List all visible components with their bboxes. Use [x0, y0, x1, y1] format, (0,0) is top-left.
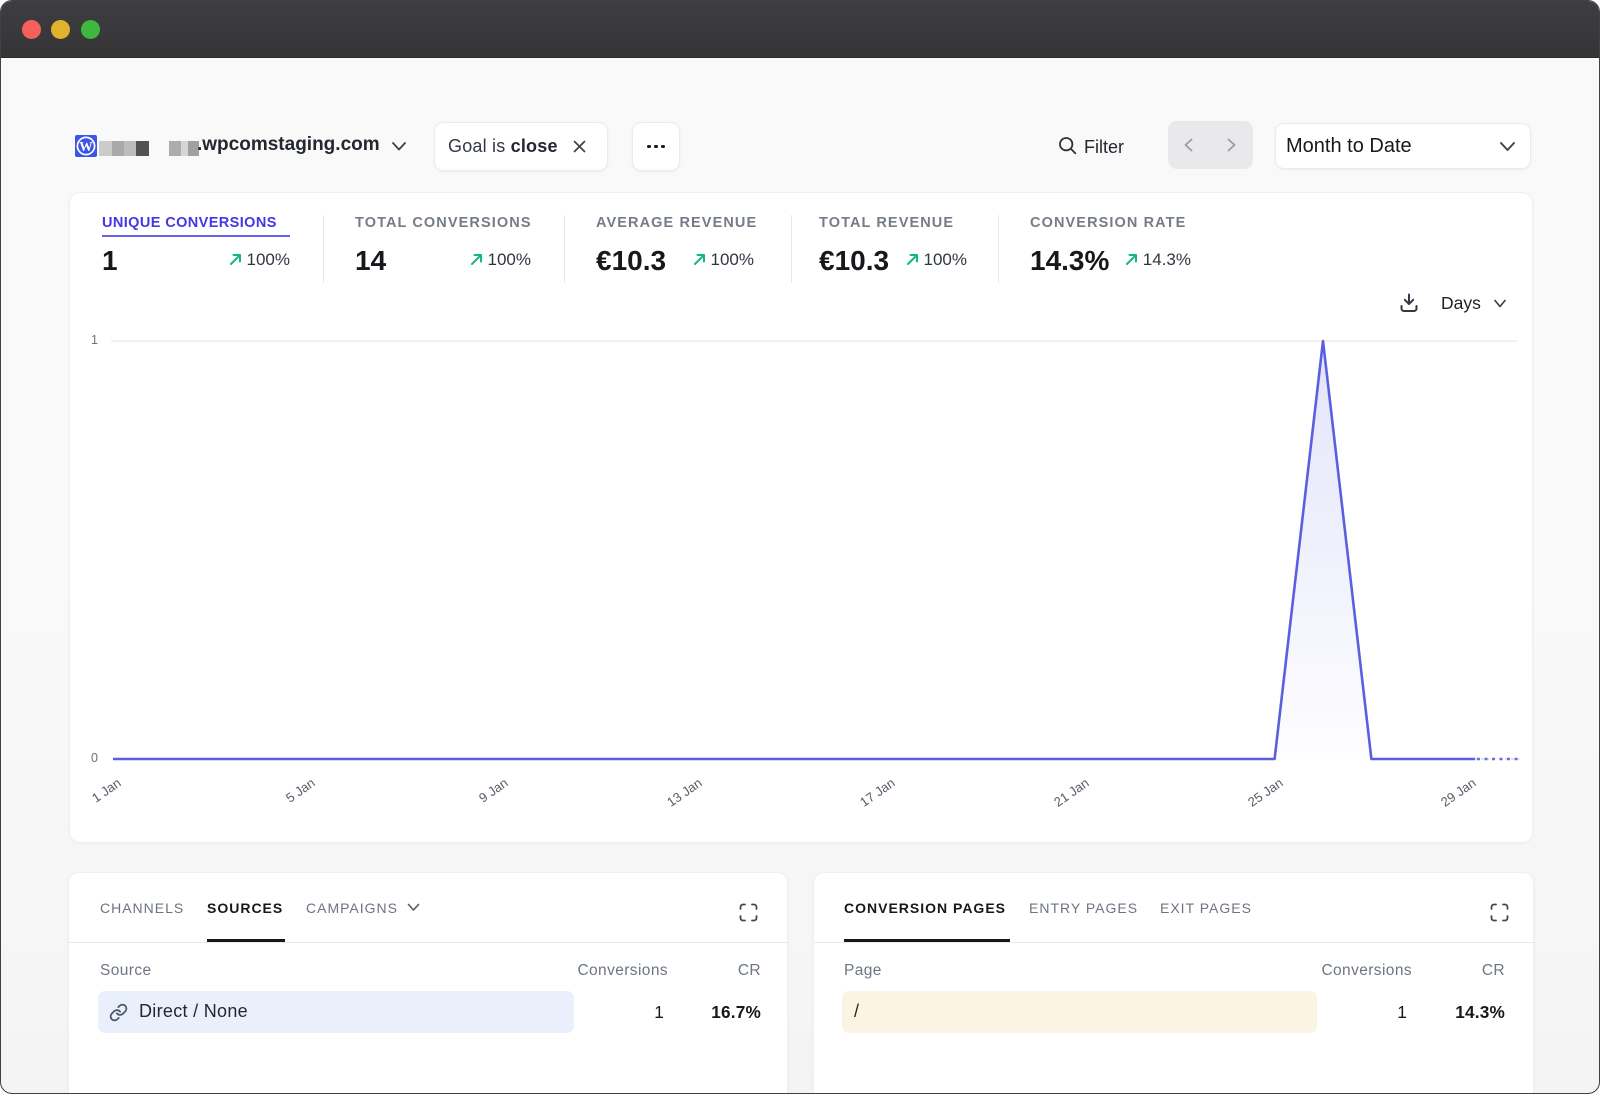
- svg-text:W: W: [79, 139, 93, 154]
